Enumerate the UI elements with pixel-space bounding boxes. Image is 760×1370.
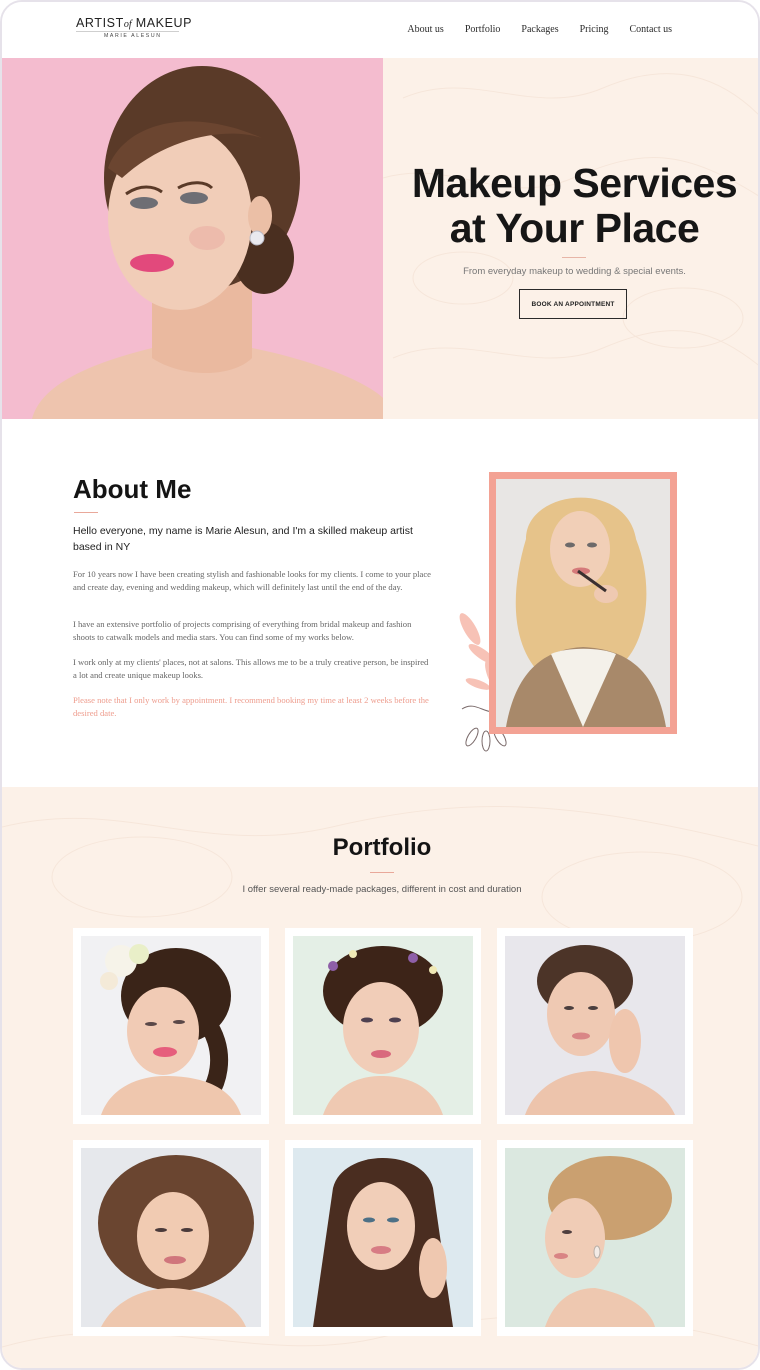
hero-title: Makeup Services at Your Place: [397, 161, 752, 251]
about-booking-note: Please note that I only work by appointm…: [73, 695, 429, 718]
portfolio-title: Portfolio: [332, 834, 432, 861]
nav-packages[interactable]: Packages: [521, 24, 558, 35]
book-appointment-button[interactable]: BOOK AN APPOINTMENT: [519, 289, 627, 319]
page-frame: ARTISTof MAKEUP MARIE ALESUN About us Po…: [0, 0, 760, 1370]
hero-title-line-1: Makeup Services: [411, 160, 738, 206]
about-section: About Me Hello everyone, my name is Mari…: [2, 419, 758, 787]
nav-portfolio[interactable]: Portfolio: [465, 24, 501, 35]
nav-pricing[interactable]: Pricing: [580, 24, 609, 35]
about-divider: [74, 512, 98, 513]
main-nav: About us Portfolio Packages Pricing Cont…: [386, 24, 672, 35]
portfolio-item-1[interactable]: [73, 928, 269, 1124]
portfolio-image-6: [505, 1148, 685, 1327]
portfolio-subtitle: I offer several ready-made packages, dif…: [242, 884, 522, 895]
portfolio-image-1: [81, 936, 261, 1115]
logo-wordmark: ARTISTof MAKEUP: [76, 16, 196, 30]
about-paragraph-1: For 10 years now I have been creating st…: [73, 569, 431, 592]
artist-portrait-image: [496, 479, 670, 727]
about-title: About Me: [73, 474, 192, 504]
site-logo[interactable]: ARTISTof MAKEUP MARIE ALESUN: [76, 16, 196, 39]
portfolio-item-4[interactable]: [73, 1140, 269, 1336]
hero-title-line-2: at Your Place: [449, 205, 700, 251]
hero-section: Makeup Services at Your Place From every…: [2, 58, 758, 419]
nav-about-us[interactable]: About us: [407, 24, 443, 35]
logo-word-artist: ARTIST: [76, 16, 124, 30]
portfolio-item-2[interactable]: [285, 928, 481, 1124]
about-paragraph-3: I work only at my clients' places, not a…: [73, 657, 429, 680]
portfolio-item-3[interactable]: [497, 928, 693, 1124]
portfolio-item-6[interactable]: [497, 1140, 693, 1336]
hero-portrait-image: [2, 58, 383, 419]
portfolio-divider: [370, 872, 394, 873]
about-paragraph-2: I have an extensive portfolio of project…: [73, 619, 412, 642]
hero-divider: [562, 257, 586, 258]
logo-word-makeup: MAKEUP: [135, 16, 193, 30]
portfolio-image-4: [81, 1148, 261, 1327]
about-lead: Hello everyone, my name is Marie Alesun,…: [73, 525, 413, 553]
site-header: ARTISTof MAKEUP MARIE ALESUN About us Po…: [2, 2, 758, 58]
portfolio-image-2: [293, 936, 473, 1115]
hero-subtitle: From everyday makeup to wedding & specia…: [463, 266, 686, 277]
portfolio-image-5: [293, 1148, 473, 1327]
logo-subtitle: MARIE ALESUN: [104, 33, 162, 39]
logo-rule: [76, 31, 179, 32]
nav-contact-us[interactable]: Contact us: [630, 24, 673, 35]
logo-word-of: of: [123, 19, 132, 30]
portfolio-item-5[interactable]: [285, 1140, 481, 1336]
portfolio-image-3: [505, 936, 685, 1115]
portfolio-section: Portfolio I offer several ready-made pac…: [2, 787, 758, 1368]
